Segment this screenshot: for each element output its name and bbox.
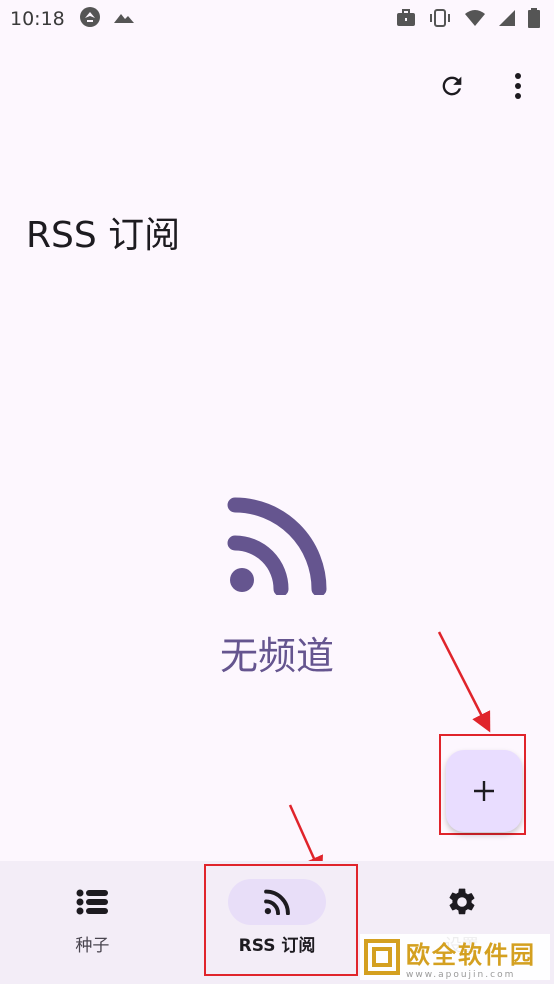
battery-icon [528, 8, 540, 32]
watermark-url: www.apoujin.com [406, 969, 516, 980]
plus-icon [474, 781, 494, 801]
signal-icon [498, 9, 516, 31]
annotation-overlay [288, 631, 491, 877]
page-title: RSS 订阅 [26, 215, 181, 256]
watermark: 欧全软件园 www.apoujin.com [360, 934, 550, 980]
add-feed-fab[interactable] [446, 750, 522, 832]
watermark-title: 欧全软件园 [406, 940, 536, 969]
status-time: 10:18 [10, 8, 65, 30]
watermark-logo-icon [364, 939, 400, 975]
top-actions [434, 66, 536, 106]
more-vert-icon [515, 73, 521, 99]
nav-item-torrents[interactable]: 种子 [0, 861, 185, 984]
gear-icon [449, 888, 475, 915]
nav-label-torrents: 种子 [75, 936, 110, 956]
more-options-button[interactable] [500, 66, 536, 106]
status-bar: 10:18 [0, 0, 554, 38]
rss-feed-icon [227, 497, 327, 595]
list-icon [76, 889, 109, 915]
empty-state-text: 无频道 [219, 634, 334, 678]
annotation-box-nav [204, 864, 358, 976]
nav-pill-settings [413, 879, 511, 925]
watermark-text: 欧全软件园 www.apoujin.com [406, 935, 536, 980]
sync-status-icon [79, 6, 101, 32]
nav-pill-torrents [43, 879, 141, 925]
vibrate-icon [428, 8, 452, 32]
wifi-icon [464, 9, 486, 31]
status-right-icons [396, 8, 540, 32]
status-left-icons [79, 6, 135, 32]
mountain-icon [113, 9, 135, 29]
empty-state: 无频道 [0, 495, 554, 680]
refresh-icon [442, 76, 462, 96]
briefcase-icon [396, 8, 416, 32]
refresh-button[interactable] [434, 66, 470, 106]
